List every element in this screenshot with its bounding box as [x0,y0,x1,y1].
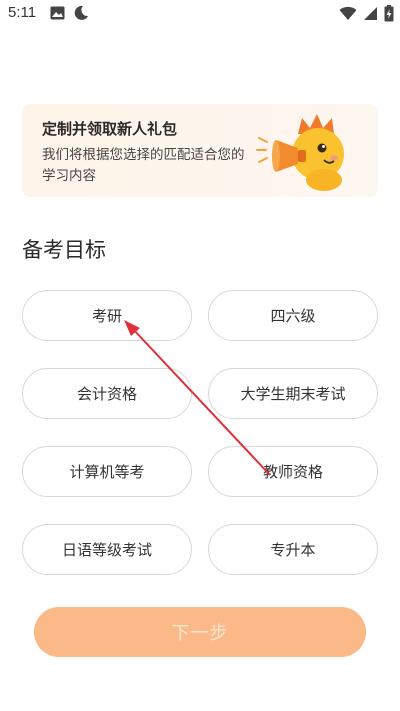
option-japanese-exam[interactable]: 日语等级考试 [22,524,192,575]
option-kaoyan[interactable]: 考研 [22,290,192,341]
image-notification-icon [50,6,65,20]
mascot-megaphone-icon [256,114,344,191]
exam-goal-options: 考研 四六级 会计资格 大学生期末考试 计算机等考 教师资格 日语等级考试 专升… [22,290,378,575]
moon-icon [74,5,88,20]
banner-description: 我们将根据您选择的匹配适合您的学习内容 [42,147,245,184]
banner-title: 定制并领取新人礼包 [42,120,178,138]
battery-charging-icon [384,5,394,22]
option-teacher-cert[interactable]: 教师资格 [208,446,378,497]
status-bar: 5:11 [0,0,400,28]
section-title: 备考目标 [22,238,106,262]
signal-icon [364,7,377,20]
option-accounting[interactable]: 会计资格 [22,368,192,419]
option-computer-exam[interactable]: 计算机等考 [22,446,192,497]
option-cet[interactable]: 四六级 [208,290,378,341]
wifi-icon [339,6,357,20]
new-user-gift-banner[interactable]: 定制并领取新人礼包 我们将根据您选择的匹配适合您的学习内容 [22,104,378,197]
status-time: 5:11 [8,4,37,21]
option-upgrade-degree[interactable]: 专升本 [208,524,378,575]
next-button[interactable]: 下一步 [34,607,366,657]
option-final-exam[interactable]: 大学生期末考试 [208,368,378,419]
